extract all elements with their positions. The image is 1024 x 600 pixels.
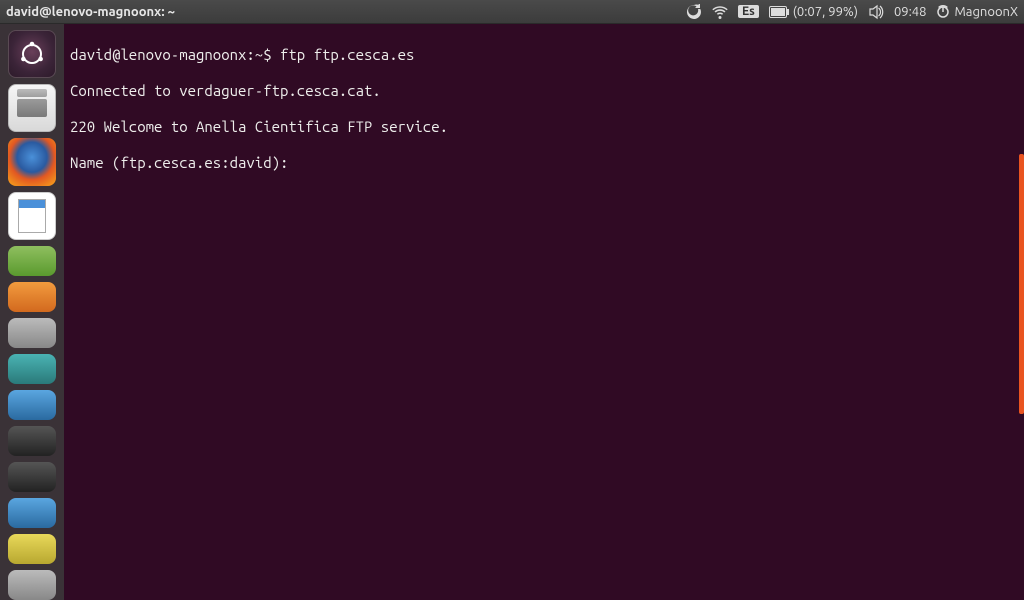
top-panel: david@lenovo-magnoonx: ~ Es (0:07, 99%) …	[0, 0, 1024, 24]
launcher-app-icon[interactable]	[8, 498, 56, 528]
launcher	[0, 24, 64, 600]
session-menu[interactable]: MagnoonX	[936, 5, 1018, 19]
battery-indicator[interactable]: (0:07, 99%)	[769, 5, 858, 19]
launcher-app-icon[interactable]	[8, 354, 56, 384]
clock[interactable]: 09:48	[894, 5, 927, 19]
firefox-icon[interactable]	[8, 138, 56, 186]
terminal-line: david@lenovo-magnoonx:~$ ftp ftp.cesca.e…	[70, 46, 1018, 64]
scrollbar[interactable]	[1019, 154, 1024, 414]
launcher-app-icon[interactable]	[8, 534, 56, 564]
volume-icon[interactable]	[868, 4, 884, 20]
files-icon[interactable]	[8, 84, 56, 132]
wifi-icon[interactable]	[712, 4, 728, 20]
terminal[interactable]: david@lenovo-magnoonx:~$ ftp ftp.cesca.e…	[64, 24, 1024, 600]
terminal-line: Connected to verdaguer-ftp.cesca.cat.	[70, 82, 1018, 100]
launcher-app-icon[interactable]	[8, 282, 56, 312]
launcher-app-icon[interactable]	[8, 462, 56, 492]
keyboard-layout-indicator[interactable]: Es	[738, 5, 759, 18]
launcher-app-icon[interactable]	[8, 570, 56, 600]
window-title: david@lenovo-magnoonx: ~	[6, 5, 175, 19]
battery-text: (0:07, 99%)	[793, 5, 858, 19]
libreoffice-writer-icon[interactable]	[8, 192, 56, 240]
terminal-line: 220 Welcome to Anella Cientifica FTP ser…	[70, 118, 1018, 136]
libreoffice-calc-icon[interactable]	[8, 246, 56, 276]
sync-icon[interactable]	[686, 4, 702, 20]
launcher-app-icon[interactable]	[8, 318, 56, 348]
launcher-app-icon[interactable]	[8, 426, 56, 456]
terminal-line: Name (ftp.cesca.es:david):	[70, 154, 1018, 172]
dash-icon[interactable]	[8, 30, 56, 78]
launcher-app-icon[interactable]	[8, 390, 56, 420]
